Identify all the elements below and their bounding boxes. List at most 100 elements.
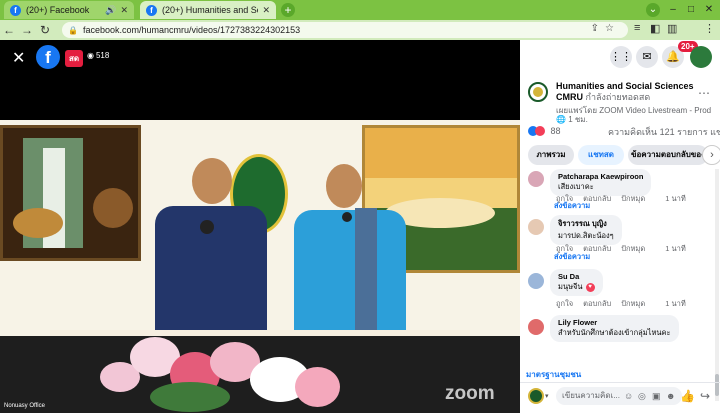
tab-replies[interactable]: ข้อความตอบกลับของ: [628, 145, 708, 165]
facebook-header: ⋮⋮ ✉ 🔔 20+: [520, 40, 720, 74]
facebook-favicon-icon: f: [10, 4, 21, 16]
back-icon[interactable]: ←: [0, 23, 18, 37]
tab-live-chat[interactable]: แชทสด: [578, 145, 624, 165]
extensions-icon[interactable]: ◧: [650, 22, 660, 35]
meeting-label: Nonuasy Office: [4, 403, 45, 409]
close-window-icon[interactable]: ✕: [702, 3, 716, 17]
maximize-icon[interactable]: □: [684, 3, 698, 17]
address-bar-icons: ⇪☆: [591, 23, 620, 34]
messenger-icon[interactable]: ✉: [636, 46, 658, 68]
comment-time: 1 นาที: [665, 194, 686, 203]
comment-list: Patcharapa Kaewpiroon เสียงเบาคะ ถูกใจ ตอ…: [520, 169, 720, 399]
send-message-link[interactable]: ส่งข้อความ: [554, 251, 590, 263]
emoji-icon[interactable]: ☺: [624, 387, 633, 405]
facebook-favicon-icon: f: [146, 4, 157, 16]
comment-share-count[interactable]: ความคิดเห็น 121 รายการ แชร์ 67 ครั้ง: [608, 125, 720, 139]
facebook-logo-icon[interactable]: f: [36, 45, 60, 69]
commenter-name[interactable]: จิราวรรณ บุญิง: [558, 218, 614, 230]
comment-input[interactable]: เขียนความคิดเ... ☺ ◎ ▣ ☻: [556, 387, 682, 405]
browser-tab-facebook[interactable]: f (20+) Facebook 🔊 ✕: [4, 1, 134, 19]
commenter-avatar[interactable]: [528, 171, 544, 187]
share-icon[interactable]: ↪: [700, 389, 710, 403]
browser-toolbar: ← → ↻ 🔒 facebook.com/humancmru/videos/17…: [0, 20, 720, 57]
tab-search-icon[interactable]: ⌄: [646, 3, 660, 17]
close-tab-icon[interactable]: ✕: [120, 5, 128, 16]
reply-action[interactable]: ตอบกลับ: [583, 299, 611, 308]
address-bar[interactable]: 🔒 facebook.com/humancmru/videos/17273832…: [62, 22, 628, 38]
new-tab-button[interactable]: +: [281, 3, 295, 17]
page-avatar[interactable]: [528, 82, 548, 102]
comment-text: มนุษจีน: [558, 282, 583, 291]
live-badge: สด: [65, 50, 84, 67]
zoom-watermark: zoom: [445, 383, 495, 404]
live-status: กำลังถ่ายทอดสด: [585, 92, 651, 102]
chevron-down-icon[interactable]: ▾: [545, 392, 549, 400]
panel-tabs: ภาพรวม แชทสด ข้อความตอบกลับของ ›: [528, 145, 720, 167]
sticker-icon[interactable]: ☻: [666, 387, 675, 405]
post-stats: 88 ความคิดเห็น 121 รายการ แชร์ 67 ครั้ง: [528, 125, 720, 139]
side-panel: Humanities and Social Sciences CMRU กำลั…: [520, 74, 720, 409]
chevron-right-icon[interactable]: ›: [702, 145, 720, 165]
pin-action[interactable]: ปักหมุด: [621, 299, 645, 308]
account-avatar[interactable]: [690, 46, 712, 68]
browser-tab-humanities[interactable]: f (20+) Humanities and Social Scie ✕: [140, 1, 276, 19]
comment-text: เสียงเบาคะ: [558, 182, 594, 191]
close-tab-icon[interactable]: ✕: [262, 5, 270, 16]
menu-icon[interactable]: ⋮: [704, 22, 715, 35]
tab-label: (20+) Humanities and Social Scie: [162, 5, 258, 15]
close-icon[interactable]: ✕: [12, 48, 25, 68]
comment-time: 1 นาที: [665, 299, 686, 308]
comment-scrollbar[interactable]: [715, 169, 719, 401]
comment-text: มารปด.สิตะน้องๆ: [558, 231, 614, 240]
send-message-link[interactable]: ส่งข้อความ: [554, 200, 590, 212]
viewer-count: ◉ 518: [87, 51, 110, 60]
comment-bubble: Lily Flower สำหรับนักศึกษาต้องเข้ากลุ่มไ…: [550, 315, 679, 342]
heart-reaction-icon: ♥: [585, 282, 595, 292]
commenter-avatar[interactable]: [528, 319, 544, 335]
like-button-icon[interactable]: 👍: [680, 389, 695, 403]
more-options-icon[interactable]: ⋯: [698, 86, 710, 100]
comment-composer: ▾ เขียนความคิดเ... ☺ ◎ ▣ ☻ 👍 ↪: [520, 382, 720, 409]
comment-placeholder: เขียนความคิดเ...: [562, 391, 620, 400]
speaker-icon[interactable]: 🔊: [105, 5, 116, 16]
share-page-icon[interactable]: ⇪: [591, 23, 605, 34]
video-frame: zoom Nonuasy Office: [0, 120, 520, 413]
flower-arrangement: [90, 332, 350, 413]
menu-grid-icon[interactable]: ⋮⋮: [610, 46, 632, 68]
reload-icon[interactable]: ↻: [36, 23, 54, 37]
waterfall-painting: [0, 125, 141, 261]
love-reaction-icon: [535, 125, 545, 136]
commenter-name[interactable]: Su Da: [558, 272, 595, 281]
gif-icon[interactable]: ▣: [652, 387, 661, 405]
comment-bubble: Patcharapa Kaewpiroon เสียงเบาคะ: [550, 169, 652, 196]
comment-bubble: Su Da มนุษจีน ♥: [550, 269, 603, 296]
eye-icon: ◉: [87, 51, 94, 60]
reaction-count[interactable]: 88: [551, 126, 561, 136]
pin-action[interactable]: ปักหมุด: [621, 194, 645, 203]
commenter-name[interactable]: Patcharapa Kaewpiroon: [558, 172, 643, 181]
commenter-name[interactable]: Lily Flower: [558, 318, 671, 327]
camera-icon[interactable]: ◎: [638, 387, 646, 405]
tab-label: (20+) Facebook: [26, 5, 90, 15]
like-action[interactable]: ถูกใจ: [556, 299, 573, 308]
url-text: facebook.com/humancmru/videos/1727383224…: [82, 25, 301, 35]
lock-icon[interactable]: 🔒: [68, 26, 78, 35]
reading-list-icon[interactable]: ≡: [634, 22, 640, 34]
composer-avatar[interactable]: [528, 388, 544, 404]
page-name[interactable]: Humanities and Social Sciences CMRU กำลั…: [556, 81, 696, 103]
pin-action[interactable]: ปักหมุด: [621, 244, 645, 253]
comment-bubble: จิราวรรณ บุญิง มารปด.สิตะน้องๆ: [550, 215, 622, 245]
globe-icon: 🌐: [556, 115, 569, 124]
sidepanel-icon[interactable]: ▥: [667, 22, 677, 35]
video-top-bar: ✕ f สด ◉ 518: [0, 40, 520, 74]
comment-actions: ถูกใจ ตอบกลับ ปักหมุด 1 นาที: [556, 298, 696, 310]
tab-overview[interactable]: ภาพรวม: [528, 145, 574, 165]
comment-time: 1 นาที: [665, 244, 686, 253]
video-player[interactable]: ✕ f สด ◉ 518 zoom Nonuasy Office: [0, 40, 520, 413]
community-standards-link[interactable]: มาตรฐานชุมชน: [526, 368, 581, 381]
commenter-avatar[interactable]: [528, 273, 544, 289]
forward-icon[interactable]: →: [18, 23, 36, 37]
commenter-avatar[interactable]: [528, 219, 544, 235]
bookmark-star-icon[interactable]: ☆: [605, 23, 620, 34]
minimize-icon[interactable]: –: [666, 3, 680, 17]
